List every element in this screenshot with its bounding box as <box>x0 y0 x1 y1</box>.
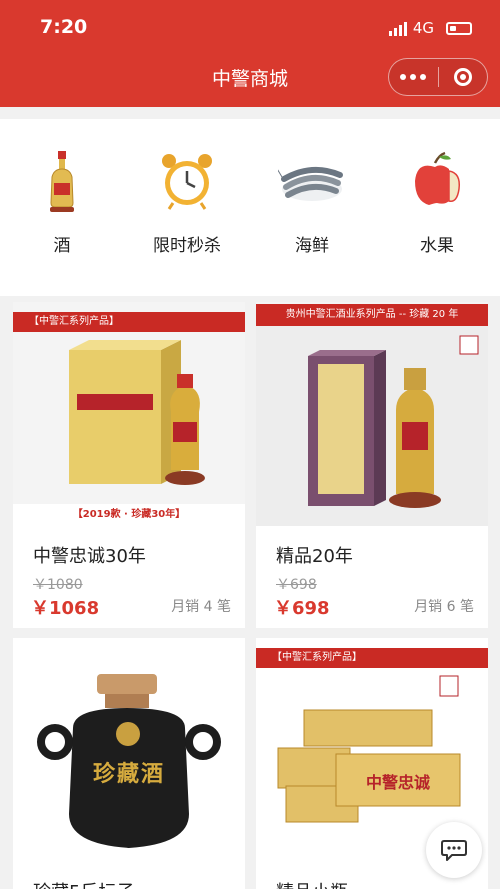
jar-label-text: 珍藏酒 <box>92 761 165 787</box>
shrimp-icon <box>278 166 343 201</box>
monthly-sales: 月销 4 笔 <box>171 599 231 615</box>
category-label: 海鲜 <box>295 236 329 256</box>
more-button[interactable] <box>389 59 438 95</box>
category-label: 水果 <box>420 236 454 256</box>
category-label: 酒 <box>53 236 71 256</box>
original-price: ￥1080 <box>33 577 83 593</box>
product-card[interactable]: 贵州中警汇酒业系列产品 -- 珍藏 20 年 精品20年 ￥698 ￥698 月… <box>256 302 488 628</box>
product-caption: 【2019款 · 珍藏30年】 <box>13 504 245 526</box>
category-fruit[interactable]: 水果 <box>377 149 497 256</box>
signal-icon <box>388 20 407 36</box>
liquor-jar-image <box>37 674 221 848</box>
customer-service-button[interactable] <box>426 822 482 878</box>
top-bar: 7:20 4G 中警商城 <box>0 0 500 107</box>
liquor-box-image <box>256 326 488 526</box>
category-nav: 酒 限时秒杀 海鲜 水果 <box>0 119 500 296</box>
alarm-clock-icon <box>162 154 212 210</box>
status-time: 7:20 <box>40 16 88 38</box>
product-name: 精品小瓶 <box>276 878 348 889</box>
product-card[interactable]: 珍藏酒 珍藏5斤坛子 <box>13 638 245 889</box>
product-image: 贵州中警汇酒业系列产品 -- 珍藏 20 年 <box>256 302 488 526</box>
category-flash-sale[interactable]: 限时秒杀 <box>127 149 247 256</box>
category-liquor[interactable]: 酒 <box>2 149 122 256</box>
product-name: 精品20年 <box>276 546 353 567</box>
category-seafood[interactable]: 海鲜 <box>252 149 372 256</box>
liquor-bottle-icon <box>50 151 74 212</box>
apple-icon <box>415 151 461 205</box>
product-image: 珍藏酒 <box>13 638 245 862</box>
product-image: 【中警汇系列产品】 【2019款 · 珍藏30年】 <box>13 302 245 526</box>
product-card[interactable]: 【中警汇系列产品】 【2019款 · 珍藏30年】 中警忠诚30年 ￥1080 … <box>13 302 245 628</box>
close-mini-program-button[interactable] <box>438 59 487 95</box>
network-type: 4G <box>412 19 434 37</box>
original-price: ￥698 <box>276 577 317 593</box>
product-name: 珍藏5斤坛子 <box>33 878 134 889</box>
liquor-gift-box-image <box>69 340 205 485</box>
monthly-sales: 月销 6 笔 <box>414 599 474 615</box>
chat-bubble-icon <box>441 840 467 861</box>
product-price: ￥698 <box>274 598 330 619</box>
product-name: 中警忠诚30年 <box>33 546 146 567</box>
box-label-text: 中警忠诚 <box>365 773 430 792</box>
status-indicators: 4G <box>388 19 472 37</box>
mini-program-capsule <box>388 58 488 96</box>
target-icon <box>453 68 472 86</box>
battery-icon <box>446 21 472 35</box>
category-label: 限时秒杀 <box>153 236 221 256</box>
product-price: ￥1068 <box>31 598 100 619</box>
